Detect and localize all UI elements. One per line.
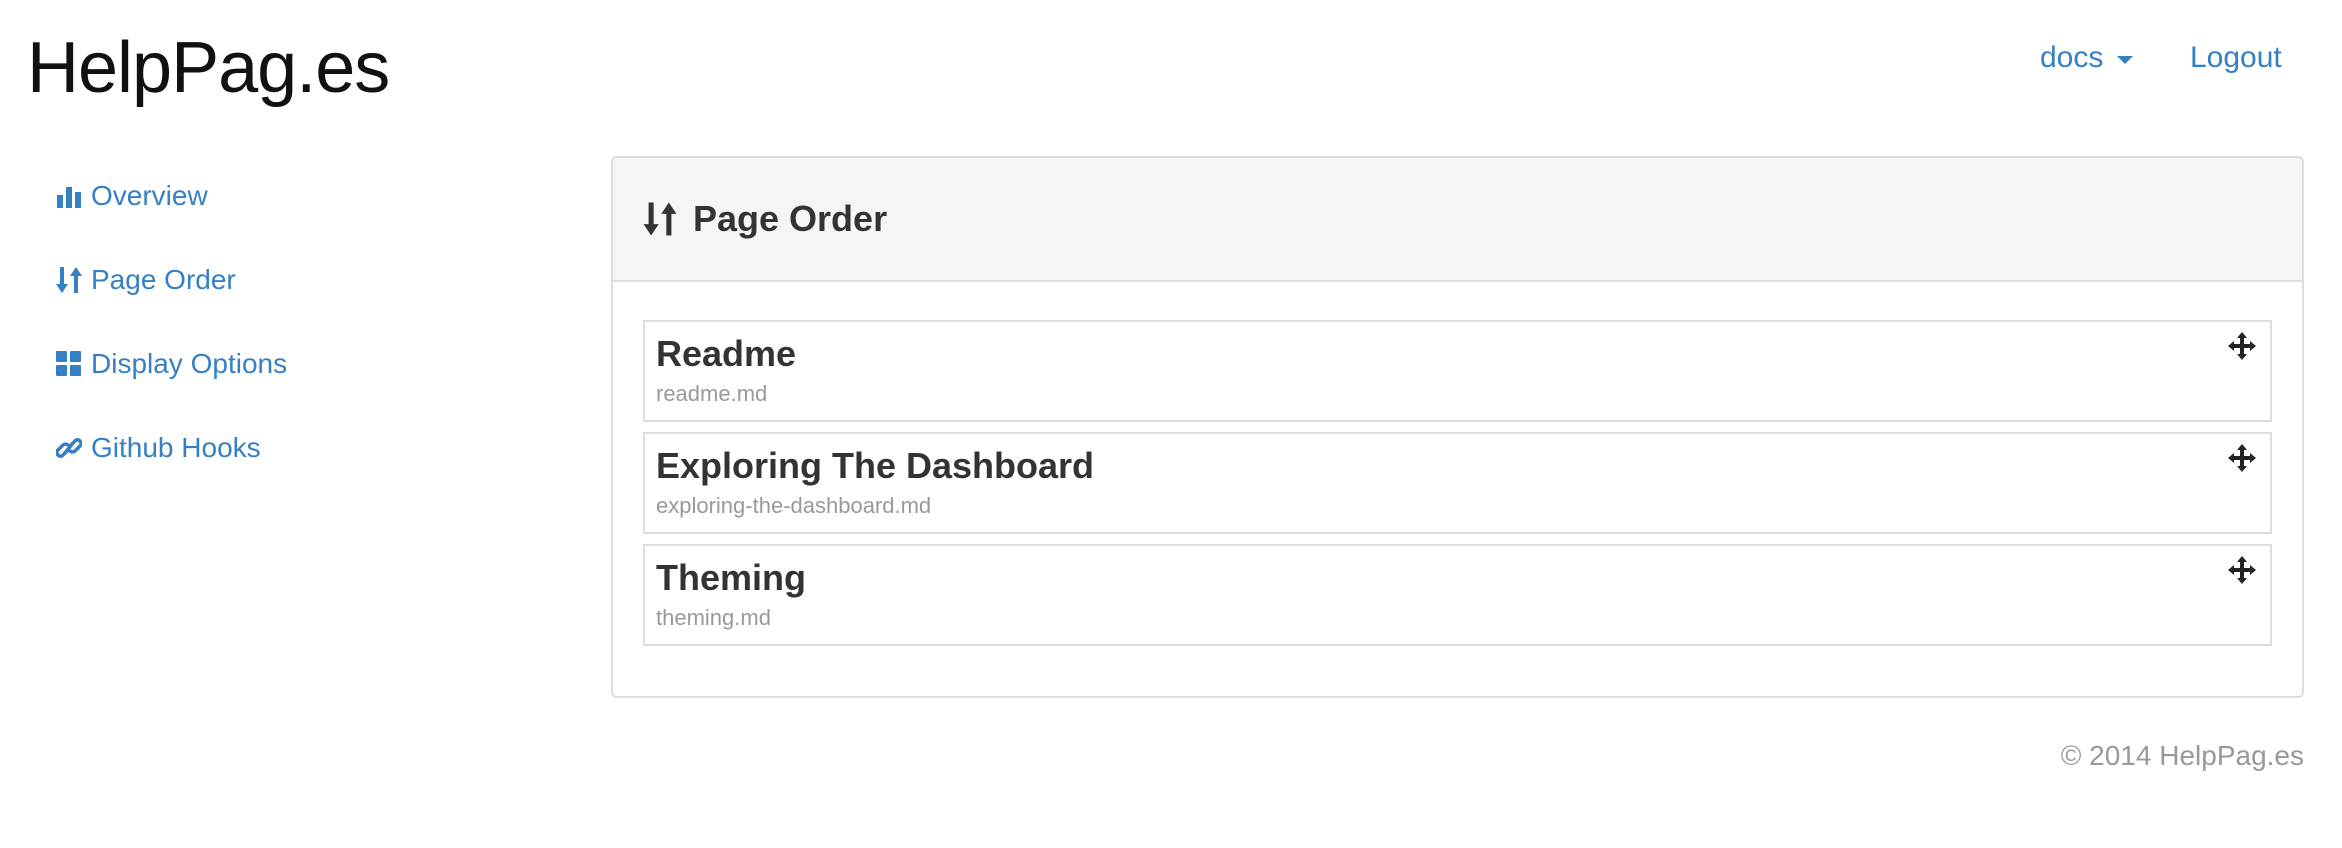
page-order-list: Readme readme.md Exploring The Dashboard… [613,282,2302,646]
grid-icon [55,348,83,380]
page-filename: readme.md [656,381,768,406]
page-list-item[interactable]: Theming theming.md [643,544,2272,646]
sidebar-item-label: Display Options [91,348,288,379]
footer-copyright: © 2014 HelpPag.es [2060,740,2304,771]
sort-icon [55,264,83,296]
logout-link[interactable]: Logout [2190,38,2282,78]
sidebar-item-page-order[interactable]: Page Order [55,260,555,300]
page-list-item[interactable]: Readme readme.md [643,320,2272,422]
move-icon[interactable] [2228,444,2256,472]
panel-header: Page Order [613,158,2302,282]
caret-down-icon [2117,56,2134,64]
move-icon[interactable] [2228,332,2256,360]
move-icon[interactable] [2228,556,2256,584]
page-title: Theming [656,557,806,598]
sidebar-item-display-options[interactable]: Display Options [55,344,555,384]
docs-dropdown[interactable]: docs [2040,38,2134,78]
page-filename: exploring-the-dashboard.md [656,493,932,518]
page-title: Readme [656,333,797,374]
sidebar-item-label: Github Hooks [91,432,261,463]
page-title: Exploring The Dashboard [656,445,1095,486]
sidebar-nav: Overview Page Order Display Options Gith… [55,176,555,512]
panel-title: Page Order [643,198,887,240]
bar-chart-icon [55,180,83,212]
top-nav: docs Logout [0,38,2342,78]
sidebar-item-overview[interactable]: Overview [55,176,555,216]
sidebar-item-label: Overview [91,180,208,211]
docs-dropdown-label: docs [2040,41,2104,74]
panel-title-text: Page Order [693,198,888,239]
link-icon [55,432,83,464]
sidebar-item-label: Page Order [91,264,236,295]
sort-icon [643,199,683,239]
page-order-panel: Page Order Readme readme.md Exploring Th… [611,156,2304,698]
page-list-item[interactable]: Exploring The Dashboard exploring-the-da… [643,432,2272,534]
page-filename: theming.md [656,605,771,630]
sidebar-item-github-hooks[interactable]: Github Hooks [55,428,555,468]
